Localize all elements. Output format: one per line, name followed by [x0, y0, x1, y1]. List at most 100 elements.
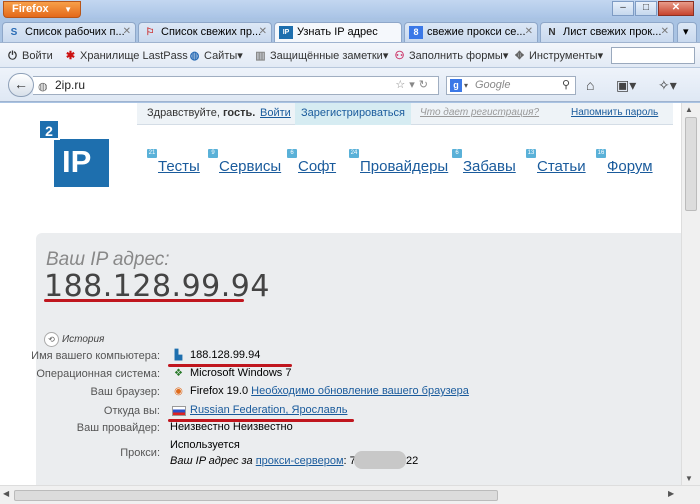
back-button[interactable]: ← [8, 73, 34, 97]
search-icon[interactable]: ⚲ [562, 77, 570, 94]
minimize-button[interactable]: – [612, 1, 634, 16]
tools-menu[interactable]: ✥ Инструменты▾ [513, 48, 603, 64]
proxy-server-link[interactable]: прокси-сервером [256, 455, 344, 467]
firefox-menu-button[interactable]: Firefox ▼ [3, 1, 81, 18]
secure-notes-label: Защищённые заметки [270, 50, 383, 62]
lastpass-login-button[interactable]: ⏻ Войти [6, 48, 53, 64]
back-arrow-icon: ← [14, 76, 28, 92]
fill-forms-label: Заполнить формы [409, 50, 503, 62]
home-icon[interactable]: ⌂ [586, 77, 594, 93]
window-controls: – □ ✕ [611, 1, 694, 16]
greeting-text: Здравствуйте, [147, 107, 220, 119]
menu-label: Провайдеры [360, 158, 449, 175]
vertical-scroll-thumb[interactable] [685, 117, 697, 211]
tab-favicon-icon: IP [279, 26, 293, 39]
lastpass-vault-label: Хранилище LastPass [80, 50, 188, 62]
tab-favicon-icon: 8 [409, 26, 423, 39]
menu-providers[interactable]: 24 Провайдеры [349, 149, 449, 175]
windows-icon: ❖ [174, 368, 183, 379]
logo-badge: 2 [38, 119, 60, 140]
power-icon: ⏻ [8, 50, 17, 62]
menu-label: Софт [298, 158, 337, 175]
browser-version: Firefox 19.0 [190, 385, 249, 397]
close-tab-icon[interactable]: ✕ [525, 23, 533, 41]
history-link[interactable]: История [62, 334, 104, 345]
lastpass-search-input[interactable] [611, 47, 695, 64]
site-logo[interactable]: IP [54, 139, 109, 187]
tab-list-button[interactable]: ▾ [677, 22, 697, 42]
history-icon[interactable]: ⟲ [44, 332, 59, 347]
globe-icon: ◍ [38, 81, 48, 93]
dropdown-icon[interactable]: ▾ [409, 79, 419, 91]
menu-forum[interactable]: 16 Форум [596, 149, 653, 175]
provider-value: Неизвестно Неизвестно [170, 421, 293, 433]
greeting: Здравствуйте, гость. [147, 103, 255, 123]
bookmark-star-icon[interactable]: ☆ [395, 79, 409, 91]
secure-notes-menu[interactable]: ▥ Защищённые заметки▾ [254, 48, 388, 64]
title-bar: Firefox ▼ – □ ✕ [0, 0, 700, 18]
lastpass-vault-button[interactable]: ✱ Хранилище LastPass [64, 48, 188, 64]
tab-label: Лист свежих прок... [563, 26, 662, 38]
os-value: Microsoft Windows 7 [190, 367, 292, 379]
menu-tests[interactable]: 21 Тесты [147, 149, 200, 175]
tab-label: Узнать IP адрес [297, 26, 378, 38]
address-bar[interactable]: ◍ 2ip.ru ☆▾↻ [33, 76, 439, 95]
menu-articles[interactable]: 13 Статьи [526, 149, 586, 175]
scroll-left-icon[interactable]: ◀ [3, 489, 9, 498]
close-window-button[interactable]: ✕ [658, 1, 694, 16]
location-link[interactable]: Russian Federation, Ярославль [190, 404, 347, 416]
tools-label: Инструменты [529, 50, 598, 62]
extension-icon[interactable]: ✧▾ [658, 77, 677, 94]
horizontal-scroll-thumb[interactable] [14, 490, 498, 501]
login-link[interactable]: Войти [260, 103, 291, 123]
google-icon[interactable]: g [450, 79, 462, 92]
close-tab-icon[interactable]: ✕ [661, 23, 669, 41]
reload-icon[interactable]: ↻ [419, 79, 432, 91]
scroll-right-icon[interactable]: ▶ [668, 489, 674, 498]
browser-update-link[interactable]: Необходимо обновление вашего браузера [251, 385, 469, 397]
proxy-ip-end: 22 [406, 455, 419, 467]
menu-label: Статьи [537, 158, 586, 175]
redacted-ip-block [354, 451, 406, 469]
tab-1[interactable]: S Список рабочих п... ✕ [2, 22, 136, 42]
lastpass-login-label: Войти [22, 50, 53, 62]
bookmarks-menu-icon[interactable]: ▣▾ [616, 77, 636, 94]
tab-4[interactable]: 8 свежие прокси се... ✕ [404, 22, 538, 42]
tab-2[interactable]: ⚐ Список свежих пр... ✕ [138, 22, 272, 42]
tab-label: Список рабочих п... [25, 26, 125, 38]
remind-password-link[interactable]: Напомнить пароль [571, 103, 658, 123]
maximize-button[interactable]: □ [635, 1, 657, 16]
notes-icon: ▥ [255, 50, 266, 62]
sites-menu[interactable]: ◍ Сайты▾ [188, 48, 243, 64]
chevron-down-icon: ▾ [683, 26, 689, 38]
scroll-down-icon[interactable]: ▼ [685, 474, 693, 483]
menu-software[interactable]: 6 Софт [287, 149, 337, 175]
url-text: 2ip.ru [55, 78, 86, 92]
fill-forms-menu[interactable]: ⚇ Заполнить формы▾ [393, 48, 509, 64]
menu-services[interactable]: 9 Сервисы [208, 149, 281, 175]
vertical-scrollbar[interactable]: ▲ ▼ [681, 103, 700, 485]
greeting-user: гость. [222, 107, 256, 119]
chevron-down-icon: ▾ [464, 81, 469, 90]
russia-flag-icon [172, 406, 186, 416]
tab-3-active[interactable]: IP Узнать IP адрес [274, 22, 402, 43]
register-button[interactable]: Зарегистрироваться [295, 103, 411, 125]
search-placeholder: Google [475, 79, 511, 91]
menu-badge: 24 [349, 149, 359, 158]
tab-favicon-icon: S [10, 27, 18, 38]
tab-5[interactable]: N Лист свежих прок... ✕ [540, 22, 674, 42]
close-tab-icon[interactable]: ✕ [259, 23, 267, 41]
horizontal-scrollbar[interactable]: ◀ ▶ [0, 485, 700, 504]
firefox-menu-label: Firefox [12, 3, 49, 15]
computer-name-value: 188.128.99.94 [190, 349, 261, 361]
menu-fun[interactable]: 6 Забавы [452, 149, 516, 175]
what-register-link[interactable]: Что дает регистрация? [420, 103, 539, 123]
close-tab-icon[interactable]: ✕ [123, 23, 131, 41]
lastpass-toolbar: ⏻ Войти ✱ Хранилище LastPass ◍ Сайты▾ ▥ Защи… [0, 42, 700, 68]
page-content: Здравствуйте, гость. Войти Зарегистриров… [0, 103, 681, 485]
tab-favicon-icon: N [548, 27, 556, 38]
scroll-up-icon[interactable]: ▲ [685, 105, 693, 114]
computer-name-label: Имя вашего компьютера: [31, 350, 160, 362]
search-input[interactable]: g ▾ Google ⚲ [446, 76, 576, 95]
navigation-bar: ◍ 2ip.ru ☆▾↻ ← g ▾ Google ⚲ ⌂ ▣▾ ✧▾ [0, 68, 700, 102]
